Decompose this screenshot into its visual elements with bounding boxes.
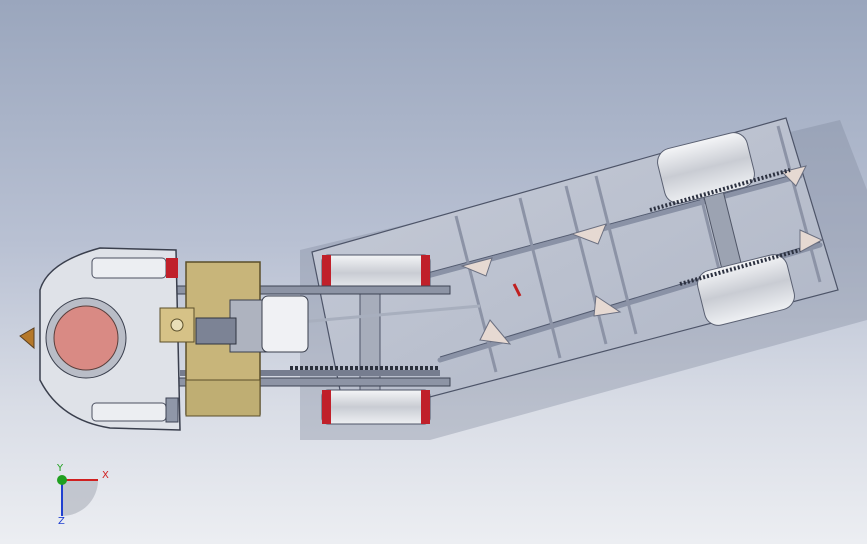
firebox-plate-lower <box>185 379 261 417</box>
triad-shading <box>62 480 98 516</box>
cab-block-blue <box>165 397 179 423</box>
pressure-gauge-icon <box>170 318 184 332</box>
valve-chest <box>195 317 237 345</box>
axis-triad[interactable] <box>57 475 98 516</box>
boiler-front[interactable] <box>19 247 181 431</box>
front-marker-red <box>166 258 178 278</box>
front-wheel-bottom-tire-right <box>421 390 430 424</box>
front-buffer-beam-lower <box>91 402 167 422</box>
lamp-bracket <box>19 327 35 350</box>
model-scene[interactable] <box>0 0 867 544</box>
z-axis-label: Z <box>58 516 65 527</box>
cad-viewport[interactable]: X Y Z <box>0 0 867 544</box>
front-wheel-bottom-tire-left <box>322 390 331 424</box>
y-axis-dot <box>57 475 67 485</box>
cylinder-head <box>261 295 309 353</box>
y-axis-label: Y <box>57 463 64 474</box>
front-buffer-beam <box>91 257 167 279</box>
smokebox-door[interactable] <box>53 305 119 371</box>
x-axis-label: X <box>102 470 109 481</box>
front-wheel-bottom <box>321 389 431 425</box>
